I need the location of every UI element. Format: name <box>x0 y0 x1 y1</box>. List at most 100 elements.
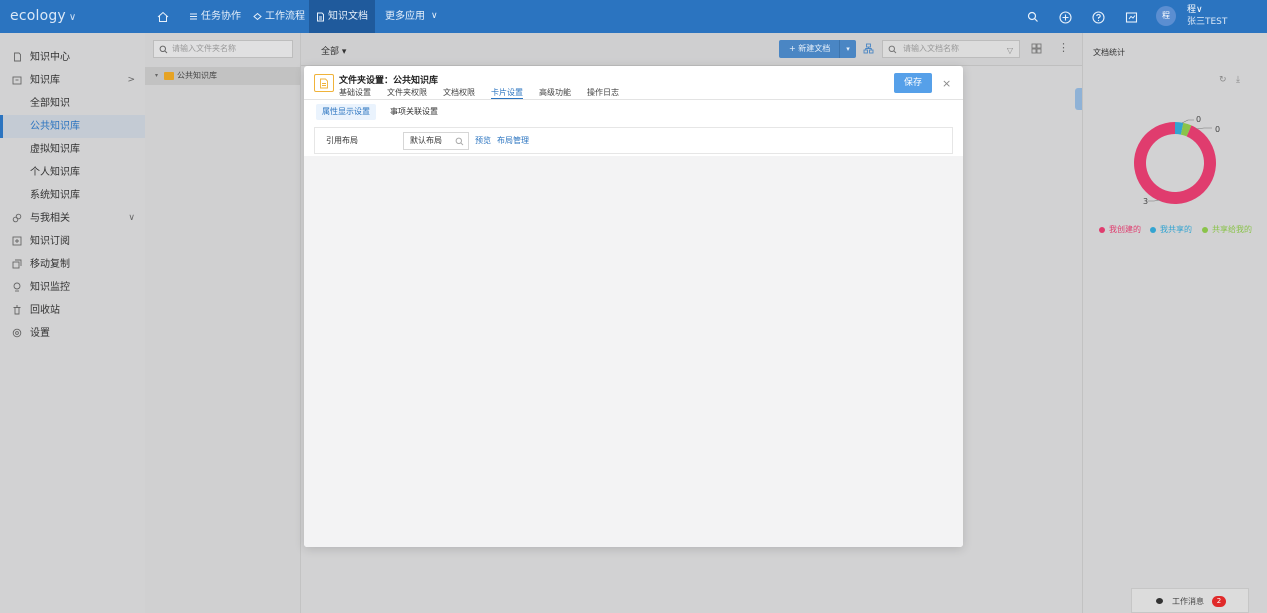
sidebar-item-personal-knowledge[interactable]: 个人知识库 <box>0 161 145 184</box>
work-message-button[interactable]: 工作消息 2 <box>1131 588 1249 613</box>
add-button[interactable] <box>1057 9 1073 25</box>
home-button[interactable] <box>153 0 173 33</box>
leader-line-created <box>1148 199 1161 202</box>
search-icon[interactable] <box>455 136 464 152</box>
sidebar-item-subscription[interactable]: 知识订阅 <box>0 230 145 253</box>
message-button[interactable] <box>1123 9 1139 25</box>
legend-dot <box>1099 226 1105 233</box>
subtab-attribute-display[interactable]: 属性显示设置 <box>316 104 376 120</box>
folder-search-input[interactable]: 请输入文件夹名称 <box>153 40 293 58</box>
layout-field-row: 引用布局 默认布局 预览 布局管理 <box>314 127 953 154</box>
new-document-label: + 新建文档 <box>789 44 831 53</box>
search-button[interactable] <box>1025 9 1041 25</box>
donut-slice-0[interactable] <box>1134 122 1216 204</box>
home-icon <box>157 11 169 22</box>
layout-input-value: 默认布局 <box>410 136 442 145</box>
folder-search-placeholder: 请输入文件夹名称 <box>172 44 236 53</box>
folder-icon <box>164 72 174 80</box>
caret-down-icon[interactable]: ▾ <box>155 67 158 85</box>
grid-view-icon[interactable] <box>1031 43 1042 57</box>
sidebar-item-move-copy[interactable]: 移动复制 <box>0 253 145 276</box>
nav-workflow-label: 工作流程 <box>265 11 305 22</box>
preview-link[interactable]: 预览 <box>475 135 491 146</box>
flow-icon <box>253 12 262 21</box>
legend-dot <box>1150 226 1156 233</box>
chevron-down-icon: ∨ <box>431 11 438 21</box>
legend-item-shared-to-me[interactable]: 共享给我的 <box>1202 224 1252 235</box>
sidebar-item-label: 与我相关 <box>30 213 70 224</box>
legend-item-shared[interactable]: 我共享的 <box>1150 224 1192 235</box>
tab-basic-settings[interactable]: 基础设置 <box>339 86 371 99</box>
sidebar-item-knowledge-base[interactable]: 知识库 > <box>0 69 145 92</box>
copy-icon <box>12 259 22 269</box>
save-button[interactable]: 保存 <box>894 73 932 93</box>
new-document-dropdown[interactable]: ▾ <box>839 40 856 58</box>
nav-more-apps-label: 更多应用 <box>385 11 425 22</box>
sidebar-item-label: 虚拟知识库 <box>30 144 80 155</box>
message-icon <box>1125 11 1137 23</box>
legend-item-created[interactable]: 我创建的 <box>1099 224 1141 235</box>
new-document-button[interactable]: + 新建文档 ▾ <box>779 40 856 58</box>
app-logo-text: ecology <box>10 8 66 24</box>
nav-tasks[interactable]: 任务协作 <box>182 0 248 33</box>
leader-line-shared-to-me <box>1195 127 1212 130</box>
subtab-item-association[interactable]: 事项关联设置 <box>384 104 444 120</box>
link-icon <box>12 213 22 223</box>
user-name[interactable]: 程∨ <box>1187 5 1203 15</box>
right-panel-toggle[interactable] <box>1075 88 1082 110</box>
unread-count-badge: 2 <box>1212 596 1226 607</box>
refresh-icon[interactable]: ↻ <box>1219 75 1227 85</box>
pie-label-created: 3 <box>1143 197 1149 206</box>
sidebar-item-virtual-knowledge[interactable]: 虚拟知识库 <box>0 138 145 161</box>
trash-icon <box>12 305 22 315</box>
leader-line-shared <box>1181 119 1194 124</box>
layout-browse-input[interactable]: 默认布局 <box>403 132 469 150</box>
help-button[interactable] <box>1090 9 1106 25</box>
legend-dot <box>1202 226 1208 233</box>
sidebar-item-settings[interactable]: 设置 <box>0 322 145 345</box>
app-logo[interactable]: ecology ∨ <box>10 8 76 24</box>
filter-dropdown[interactable]: 全部 ▾ <box>321 44 346 57</box>
archive-icon <box>12 75 22 85</box>
filter-icon[interactable]: ▽ <box>1007 43 1013 59</box>
sidebar-item-related-to-me[interactable]: 与我相关 ∨ <box>0 207 145 230</box>
doc-icon <box>12 52 22 62</box>
avatar[interactable]: 程 <box>1156 6 1176 26</box>
tab-card-settings[interactable]: 卡片设置 <box>491 86 523 100</box>
tab-advanced[interactable]: 高级功能 <box>539 86 571 99</box>
close-icon[interactable]: × <box>942 77 951 90</box>
sidebar-item-label: 回收站 <box>30 305 60 316</box>
settings-icon <box>12 328 22 338</box>
sidebar-item-all-knowledge[interactable]: 全部知识 <box>0 92 145 115</box>
sidebar-item-label: 知识监控 <box>30 282 70 293</box>
statistics-title: 文档统计 <box>1093 48 1125 57</box>
more-icon[interactable]: ⋮ <box>1058 41 1069 54</box>
layout-manage-link[interactable]: 布局管理 <box>497 135 529 146</box>
dialog-divider <box>304 99 963 100</box>
tree-node-public-knowledge[interactable]: ▾ 公共知识库 <box>145 67 301 85</box>
chevron-right-icon: > <box>127 75 135 85</box>
list-icon <box>190 13 197 20</box>
download-icon[interactable]: ⤓ <box>1236 75 1240 85</box>
sidebar-item-knowledge-center[interactable]: 知识中心 <box>0 46 145 69</box>
sidebar-item-monitor[interactable]: 知识监控 <box>0 276 145 299</box>
legend-label: 我共享的 <box>1160 225 1192 234</box>
sidebar-item-label: 个人知识库 <box>30 167 80 178</box>
document-search-input[interactable]: 请输入文档名称 ▽ <box>882 40 1020 58</box>
tab-operation-log[interactable]: 操作日志 <box>587 86 619 99</box>
sidebar-item-recycle-bin[interactable]: 回收站 <box>0 299 145 322</box>
plus-circle-icon <box>1058 10 1072 24</box>
tab-folder-permissions[interactable]: 文件夹权限 <box>387 86 427 99</box>
sidebar-item-public-knowledge[interactable]: 公共知识库 <box>0 115 145 138</box>
document-search-placeholder: 请输入文档名称 <box>903 44 959 53</box>
legend-label: 我创建的 <box>1109 225 1141 234</box>
nav-knowledge-docs[interactable]: 知识文档 <box>309 0 375 33</box>
sidebar-item-label: 全部知识 <box>30 98 70 109</box>
nav-more-apps[interactable]: 更多应用 ∨ <box>378 0 445 33</box>
dialog-title: 文件夹设置：公共知识库 <box>339 76 439 86</box>
org-icon[interactable] <box>863 43 874 57</box>
tab-document-permissions[interactable]: 文档权限 <box>443 86 475 99</box>
nav-workflow[interactable]: 工作流程 <box>246 0 312 33</box>
sidebar-item-label: 知识订阅 <box>30 236 70 247</box>
sidebar-item-system-knowledge[interactable]: 系统知识库 <box>0 184 145 207</box>
